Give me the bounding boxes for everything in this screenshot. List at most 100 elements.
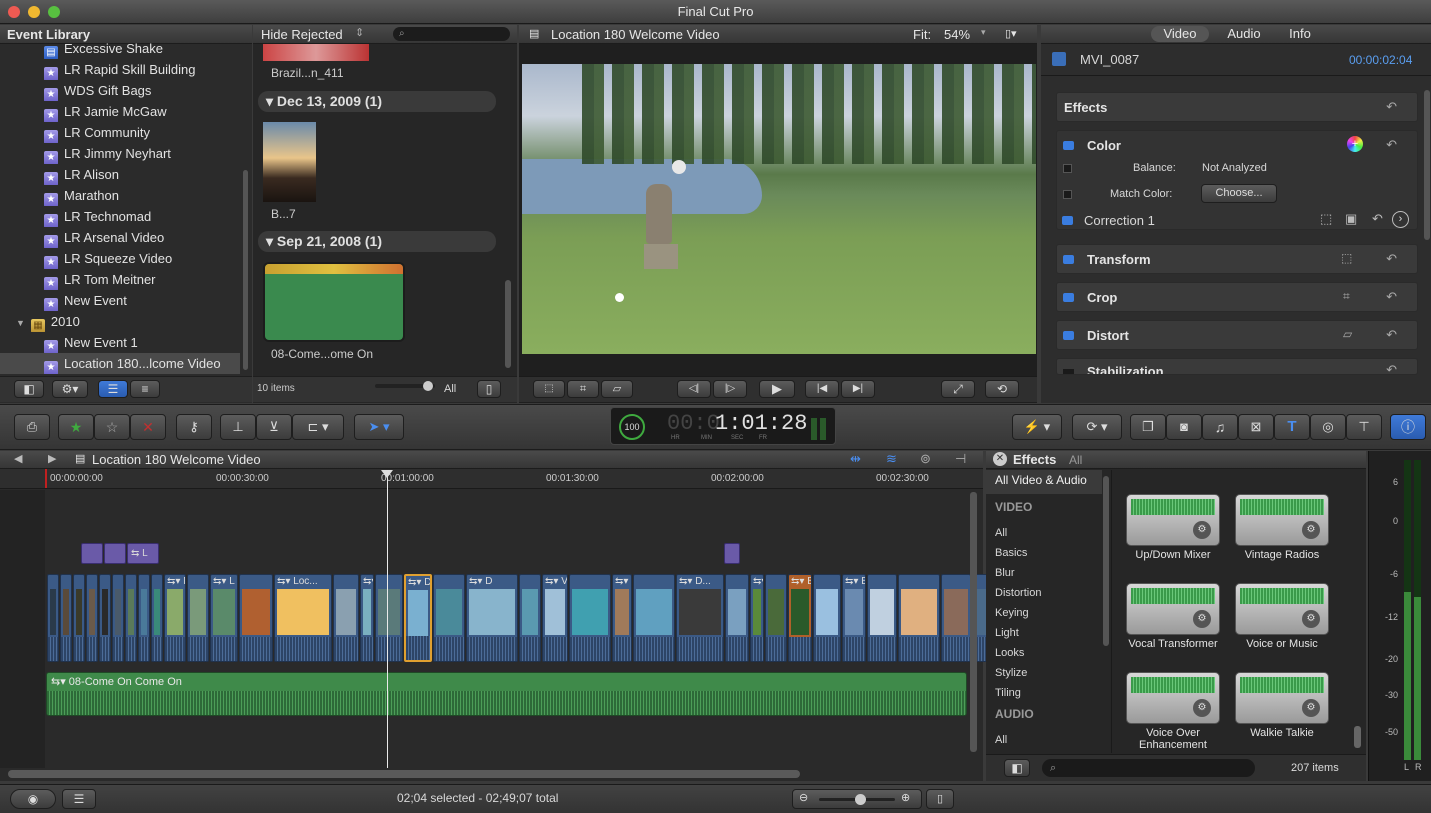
- storyline-clip[interactable]: ⇆▾ D: [466, 574, 518, 662]
- filter-popup[interactable]: Hide Rejected: [261, 27, 343, 42]
- shape-mask-icon[interactable]: ▣: [1345, 211, 1357, 227]
- go-to-end-icon[interactable]: ▶|: [841, 380, 875, 398]
- timeline-ruler[interactable]: 00:00:00:00 00:00:30:00 00:01:00:00 00:0…: [0, 469, 983, 489]
- event-item[interactable]: ★ WDS Gift Bags: [0, 80, 240, 101]
- effect-thumbnail[interactable]: ⚙: [1126, 672, 1220, 724]
- connected-title-clip[interactable]: ⇆ L: [127, 543, 159, 564]
- storyline-clip[interactable]: [187, 574, 209, 662]
- event-item[interactable]: ★ LR Arsenal Video: [0, 227, 240, 248]
- storyline-clip[interactable]: [375, 574, 403, 662]
- storyline-clip[interactable]: [138, 574, 150, 662]
- close-icon[interactable]: ✕: [993, 452, 1007, 466]
- minimize-window-button[interactable]: [28, 6, 40, 18]
- crop-tool-icon[interactable]: ⌗: [567, 380, 599, 398]
- titles-browser-icon[interactable]: T: [1274, 414, 1310, 440]
- distort-section[interactable]: Distort ▱ ↶: [1056, 320, 1418, 350]
- storyline-clip[interactable]: ⇆▾ Vi...: [542, 574, 568, 662]
- go-to-color-board-icon[interactable]: ›: [1392, 211, 1409, 228]
- choose-button[interactable]: Choose...: [1201, 184, 1277, 203]
- storyline-clip[interactable]: ⇆▾ D: [404, 574, 432, 662]
- storyline-clip[interactable]: ⇆▾ L: [210, 574, 238, 662]
- timecode-display[interactable]: 100 00:0 1:01:28 HR MIN SEC FR: [610, 407, 836, 445]
- storyline-clip[interactable]: ⇆▾ B...: [788, 574, 812, 662]
- event-item[interactable]: ★ New Event: [0, 290, 240, 311]
- zoom-out-icon[interactable]: ⊖: [799, 791, 808, 804]
- back-arrow-icon[interactable]: ◀: [14, 452, 22, 465]
- storyline-clip[interactable]: [333, 574, 359, 662]
- storyline-clip[interactable]: [725, 574, 749, 662]
- event-item[interactable]: ★ LR Community: [0, 122, 240, 143]
- video-frame[interactable]: [522, 64, 1036, 354]
- storyline-clip[interactable]: [60, 574, 72, 662]
- year-folder-2010[interactable]: ▼ ▦ 2010: [0, 311, 240, 332]
- event-item[interactable]: ★ LR Jimmy Neyhart: [0, 143, 240, 164]
- enhancements-icon[interactable]: ⚡ ▾: [1012, 414, 1062, 440]
- event-item[interactable]: ★ New Event 1: [0, 332, 240, 353]
- video-category-item[interactable]: Tiling: [995, 687, 1021, 699]
- go-to-start-icon[interactable]: |◀: [805, 380, 839, 398]
- transitions-browser-icon[interactable]: ⊠: [1238, 414, 1274, 440]
- themes-browser-icon[interactable]: ⊤: [1346, 414, 1382, 440]
- effect-thumbnail[interactable]: ⚙: [1126, 583, 1220, 635]
- event-item[interactable]: ★ LR Tom Meitner: [0, 269, 240, 290]
- video-category-item[interactable]: Blur: [995, 567, 1015, 579]
- event-item[interactable]: ★ LR Rapid Skill Building: [0, 59, 240, 80]
- storyline-clip[interactable]: [898, 574, 940, 662]
- timeline-index-icon[interactable]: ◉: [10, 789, 56, 809]
- storyline-clip[interactable]: [47, 574, 59, 662]
- next-frame-icon[interactable]: |▷: [713, 380, 747, 398]
- storyline-clip[interactable]: ⇆▾ D: [612, 574, 632, 662]
- storyline-clip[interactable]: [569, 574, 611, 662]
- event-item[interactable]: ★ LR Squeeze Video: [0, 248, 240, 269]
- event-item[interactable]: ★ LR Alison: [0, 164, 240, 185]
- connected-title-clip[interactable]: [81, 543, 103, 564]
- effects-all-tab[interactable]: All: [1069, 453, 1082, 467]
- audio-category-all[interactable]: All: [995, 734, 1007, 746]
- video-category-item[interactable]: Distortion: [995, 587, 1041, 599]
- storyline-clip[interactable]: [813, 574, 841, 662]
- clip-appearance-icon[interactable]: ▯: [477, 380, 501, 398]
- reset-icon[interactable]: ↶: [1386, 327, 1397, 343]
- storyline-clip[interactable]: [86, 574, 98, 662]
- distort-enable-checkbox[interactable]: [1063, 331, 1074, 340]
- distort-icon[interactable]: ▱: [1343, 327, 1352, 341]
- inspector-scrollbar[interactable]: [1424, 90, 1430, 240]
- select-tool-icon[interactable]: ➤ ▾: [354, 414, 404, 440]
- storyline-clip[interactable]: [867, 574, 897, 662]
- disclosure-triangle-icon[interactable]: ▼: [16, 318, 25, 328]
- import-media-icon[interactable]: ⎙: [14, 414, 50, 440]
- date-group-sep-2008[interactable]: ▾ Sep 21, 2008 (1): [258, 231, 496, 252]
- video-category-item[interactable]: Light: [995, 627, 1019, 639]
- storyline-clip[interactable]: [239, 574, 273, 662]
- event-item[interactable]: ★ Marathon: [0, 185, 240, 206]
- browser-search-input[interactable]: ⌕: [393, 27, 510, 41]
- reject-icon[interactable]: ✕: [130, 414, 166, 440]
- effects-grid-scrollbar[interactable]: [1354, 726, 1361, 748]
- retime-icon[interactable]: ⟳ ▾: [1072, 414, 1122, 440]
- balance-checkbox[interactable]: [1063, 164, 1072, 173]
- effect-thumbnail[interactable]: ⚙: [1126, 494, 1220, 546]
- reset-icon[interactable]: ↶: [1386, 362, 1397, 374]
- filmstrip-view-icon[interactable]: ☰: [98, 380, 128, 398]
- stabilization-section[interactable]: Stabilization ↶: [1056, 358, 1418, 375]
- match-color-checkbox[interactable]: [1063, 190, 1072, 199]
- color-board-icon[interactable]: +: [1347, 136, 1363, 152]
- snapping-icon[interactable]: ⊣: [955, 451, 966, 467]
- effects-section[interactable]: Effects ↶: [1056, 92, 1418, 122]
- tab-video[interactable]: Video: [1151, 26, 1209, 42]
- storyline-clip[interactable]: ⇆▾ Loc...: [274, 574, 332, 662]
- transform-icon[interactable]: ⬚: [1341, 251, 1352, 265]
- insert-clip-icon[interactable]: ⊻: [256, 414, 292, 440]
- fullscreen-icon[interactable]: ⤢: [941, 380, 975, 398]
- event-item[interactable]: ★ Location 180...lcome Video: [0, 353, 240, 374]
- timeline-vertical-scrollbar[interactable]: [970, 492, 977, 752]
- storyline-clip[interactable]: [519, 574, 541, 662]
- storyline-clip[interactable]: ⇆▾: [360, 574, 374, 662]
- connected-title-clip[interactable]: [724, 543, 740, 564]
- zoom-chevron-icon[interactable]: ▾: [981, 27, 986, 38]
- tab-info[interactable]: Info: [1273, 26, 1327, 42]
- video-category-item[interactable]: Keying: [995, 607, 1029, 619]
- video-category-item[interactable]: Stylize: [995, 667, 1027, 679]
- effect-thumbnail[interactable]: ⚙: [1235, 583, 1329, 635]
- filter-chevron-icon[interactable]: ⇕: [355, 26, 364, 39]
